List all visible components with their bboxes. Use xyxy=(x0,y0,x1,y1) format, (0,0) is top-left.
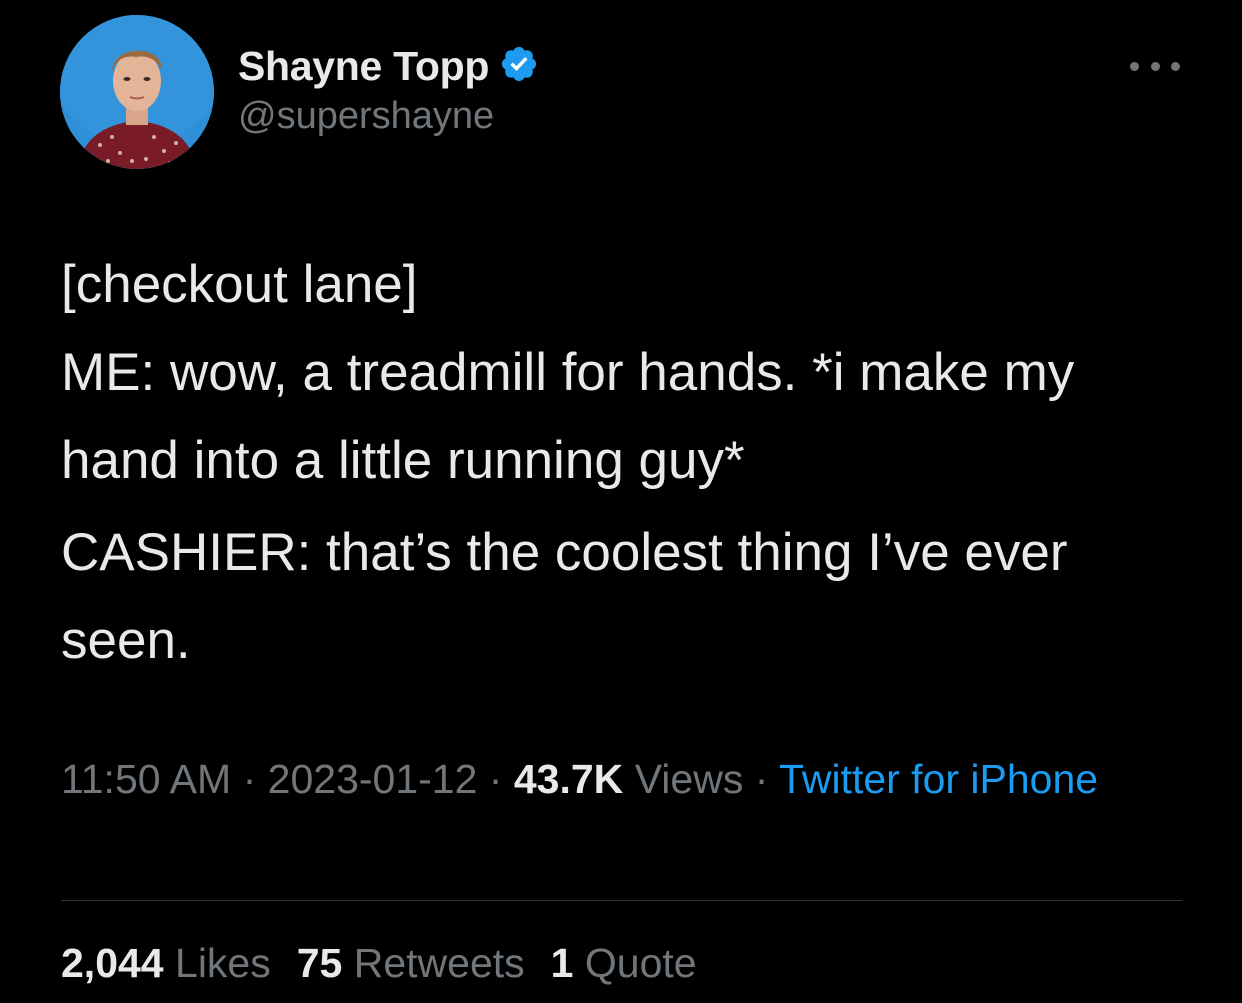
divider xyxy=(61,900,1182,901)
likes-stat[interactable]: 2,044 Likes xyxy=(61,940,271,986)
views-count: 43.7K xyxy=(513,756,624,802)
tweet-paragraph: [checkout lane] ME: wow, a treadmill for … xyxy=(61,255,1075,490)
likes-label: Likes xyxy=(175,940,271,986)
author-handle[interactable]: @supershayne xyxy=(238,95,494,138)
tweet-stats: 2,044 Likes 75 Retweets 1 Quote xyxy=(61,933,697,993)
quotes-stat[interactable]: 1 Quote xyxy=(551,940,697,986)
tweet-date[interactable]: 2023-01-12 xyxy=(268,756,478,802)
verified-badge-icon xyxy=(489,44,539,89)
likes-count: 2,044 xyxy=(61,940,164,986)
more-dot xyxy=(1171,61,1180,71)
tweet-paragraph: CASHIER: that’s the coolest thing I’ve e… xyxy=(61,523,1068,670)
separator: · xyxy=(488,756,503,802)
more-dot xyxy=(1150,61,1160,71)
tweet-time[interactable]: 11:50 AM xyxy=(61,756,231,802)
separator: · xyxy=(754,756,769,802)
quotes-count: 1 xyxy=(550,940,574,986)
retweets-label: Retweets xyxy=(353,940,525,986)
author-display-name[interactable]: Shayne Topp xyxy=(238,43,489,90)
more-dot xyxy=(1130,61,1139,71)
quotes-label: Quote xyxy=(584,940,697,986)
tweet-source-link[interactable]: Twitter for iPhone xyxy=(779,756,1098,802)
retweets-stat[interactable]: 75 Retweets xyxy=(297,940,525,986)
more-options-icon[interactable] xyxy=(1130,56,1180,76)
tweet-meta: 11:50 AM · 2023-01-12 · 43.7K Views · Tw… xyxy=(61,748,1161,810)
views-label: Views xyxy=(634,756,744,802)
retweets-count: 75 xyxy=(296,940,343,986)
author-name-row: Shayne Topp xyxy=(238,42,539,90)
separator: · xyxy=(242,756,257,802)
tweet-body: [checkout lane] ME: wow, a treadmill for … xyxy=(61,241,1191,685)
avatar[interactable] xyxy=(60,15,214,169)
